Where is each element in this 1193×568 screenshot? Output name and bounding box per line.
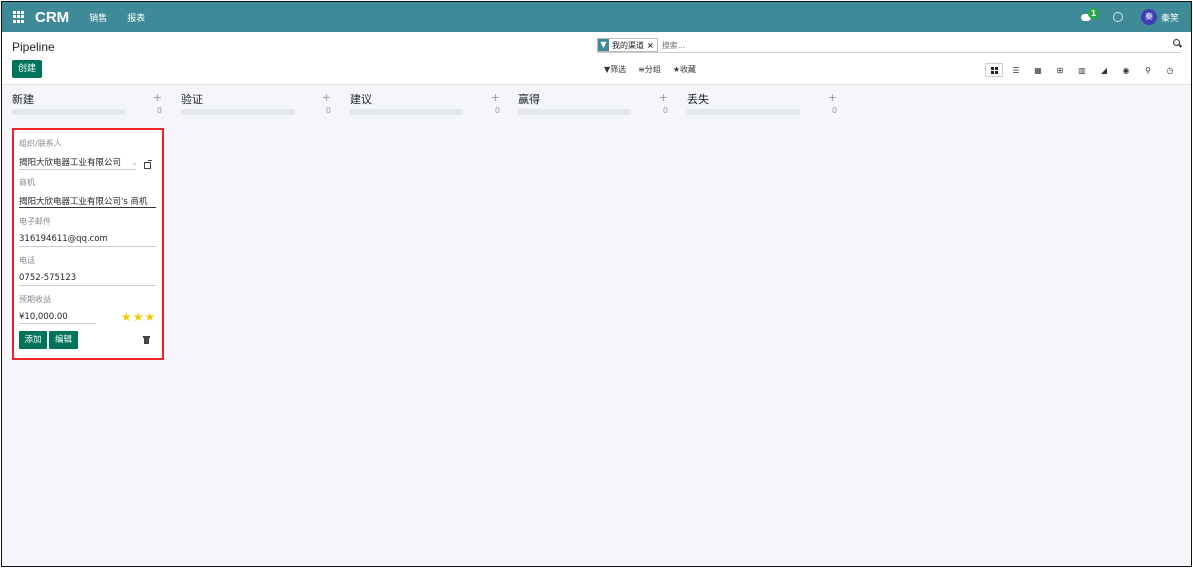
email-label: 电子邮件 xyxy=(19,217,51,226)
app-window: CRM 销售 报表 1 秦 秦笑 Pipeline 创建 ▼ 我的渠道 × 搜索… xyxy=(1,1,1192,567)
activity-view-icon[interactable]: ◷ xyxy=(1161,63,1179,77)
column-progress-bar xyxy=(687,109,800,115)
phone-field[interactable]: 0752-575123 xyxy=(19,273,76,283)
column-add-icon[interactable]: + xyxy=(322,91,331,104)
priority-star-icon[interactable]: ★ xyxy=(145,311,156,323)
priority-star-icon[interactable]: ★ xyxy=(121,311,132,323)
column-count: 0 xyxy=(831,106,837,115)
column-title: 建议 xyxy=(350,93,372,106)
column-title: 验证 xyxy=(181,93,203,106)
facet-label: 我的渠道 xyxy=(612,40,644,50)
dropdown-caret-icon[interactable]: ⌄ xyxy=(131,158,138,167)
column-progress-bar xyxy=(12,109,125,115)
phone-underline xyxy=(19,285,156,286)
column-add-icon[interactable]: + xyxy=(659,91,668,104)
groupby-label: 分组 xyxy=(644,65,661,74)
activity-clock-icon[interactable] xyxy=(1112,12,1123,22)
search-options: ▼筛选 ≡分组 ★收藏 xyxy=(604,64,708,75)
column-title: 赢得 xyxy=(518,93,540,106)
column-count: 0 xyxy=(325,106,331,115)
filters-label: 筛选 xyxy=(610,65,627,74)
user-avatar[interactable]: 秦 xyxy=(1140,9,1157,25)
phone-label: 电话 xyxy=(19,256,35,265)
search-bar: ▼ 我的渠道 × xyxy=(597,38,1183,53)
top-navbar: CRM 销售 报表 1 秦 秦笑 xyxy=(2,2,1191,32)
revenue-field[interactable]: ¥10,000.00 xyxy=(19,312,68,322)
cohort-view-icon[interactable]: ◢ xyxy=(1095,63,1113,77)
view-switcher: ☰ ▦ ⊞ ▥ ◢ ◉ ⚲ ◷ xyxy=(981,63,1179,77)
kanban-board: 新建 + 0 验证 + 0 建议 + 0 赢得 + 0 丢失 + 0 xyxy=(2,85,1191,566)
priority-stars[interactable]: ★ ★ ★ xyxy=(120,311,155,323)
map-pin-view-icon[interactable]: ⚲ xyxy=(1139,63,1157,77)
kanban-view-icon[interactable] xyxy=(985,63,1003,77)
priority-star-icon[interactable]: ★ xyxy=(133,311,144,323)
column-progress-bar xyxy=(181,109,294,115)
favorites-label: 收藏 xyxy=(680,65,697,74)
control-panel: Pipeline 创建 ▼ 我的渠道 × ▼筛选 ≡分组 ★收藏 ☰ ▦ ⊞ xyxy=(2,32,1191,85)
menu-reports[interactable]: 报表 xyxy=(127,11,145,24)
graph-view-icon[interactable]: ▥ xyxy=(1073,63,1091,77)
dashboard-view-icon[interactable]: ◉ xyxy=(1117,63,1135,77)
filter-icon: ▼ xyxy=(598,39,609,51)
column-count: 0 xyxy=(662,106,668,115)
trash-icon[interactable] xyxy=(143,336,150,344)
column-add-icon[interactable]: + xyxy=(491,91,500,104)
quick-create-card: 组织/联系人 揭阳大欣电器工业有限公司 ⌄ 商机 揭阳大欣电器工业有限公司's … xyxy=(12,128,164,360)
page-title: Pipeline xyxy=(12,40,55,54)
pivot-view-icon[interactable]: ⊞ xyxy=(1051,63,1069,77)
edit-button[interactable]: 编辑 xyxy=(49,331,78,349)
column-progress-bar xyxy=(350,109,463,115)
search-input[interactable] xyxy=(661,40,1142,50)
groupby-button[interactable]: ≡分组 xyxy=(638,64,661,75)
opportunity-underline xyxy=(19,207,156,208)
column-count: 0 xyxy=(494,106,500,115)
search-icon[interactable] xyxy=(1173,39,1183,48)
messages-icon[interactable]: 1 xyxy=(1080,8,1099,24)
email-field[interactable]: 316194611@qq.com xyxy=(19,234,108,244)
app-brand[interactable]: CRM xyxy=(35,9,69,26)
opportunity-field[interactable]: 揭阳大欣电器工业有限公司's 商机 xyxy=(19,195,147,207)
group-bars-icon: ≡ xyxy=(638,65,645,74)
facet-remove-icon[interactable]: × xyxy=(647,41,657,50)
favorites-button[interactable]: ★收藏 xyxy=(673,64,696,75)
column-title: 丢失 xyxy=(687,93,709,106)
list-view-icon[interactable]: ☰ xyxy=(1007,63,1025,77)
notification-count: 1 xyxy=(1087,8,1099,19)
contact-field[interactable]: 揭阳大欣电器工业有限公司 xyxy=(19,156,121,168)
contact-underline xyxy=(19,169,136,170)
column-count: 0 xyxy=(156,106,162,115)
search-facet: ▼ 我的渠道 × xyxy=(597,38,658,52)
email-underline xyxy=(19,246,156,247)
column-title: 新建 xyxy=(12,93,34,106)
opportunity-label: 商机 xyxy=(19,178,35,187)
apps-menu-icon[interactable] xyxy=(13,11,25,23)
column-add-icon[interactable]: + xyxy=(828,91,837,104)
create-button[interactable]: 创建 xyxy=(12,60,43,78)
menu-sales[interactable]: 销售 xyxy=(89,11,107,24)
calendar-view-icon[interactable]: ▦ xyxy=(1029,63,1047,77)
column-add-icon[interactable]: + xyxy=(153,91,162,104)
revenue-label: 预期收益 xyxy=(19,295,51,304)
contact-label: 组织/联系人 xyxy=(19,139,62,148)
star-icon: ★ xyxy=(672,65,681,74)
filters-button[interactable]: ▼筛选 xyxy=(604,64,626,75)
user-name[interactable]: 秦笑 xyxy=(1161,11,1179,24)
external-link-icon[interactable] xyxy=(144,160,152,169)
add-button[interactable]: 添加 xyxy=(19,331,47,349)
column-progress-bar xyxy=(518,109,631,115)
revenue-underline xyxy=(19,323,96,324)
